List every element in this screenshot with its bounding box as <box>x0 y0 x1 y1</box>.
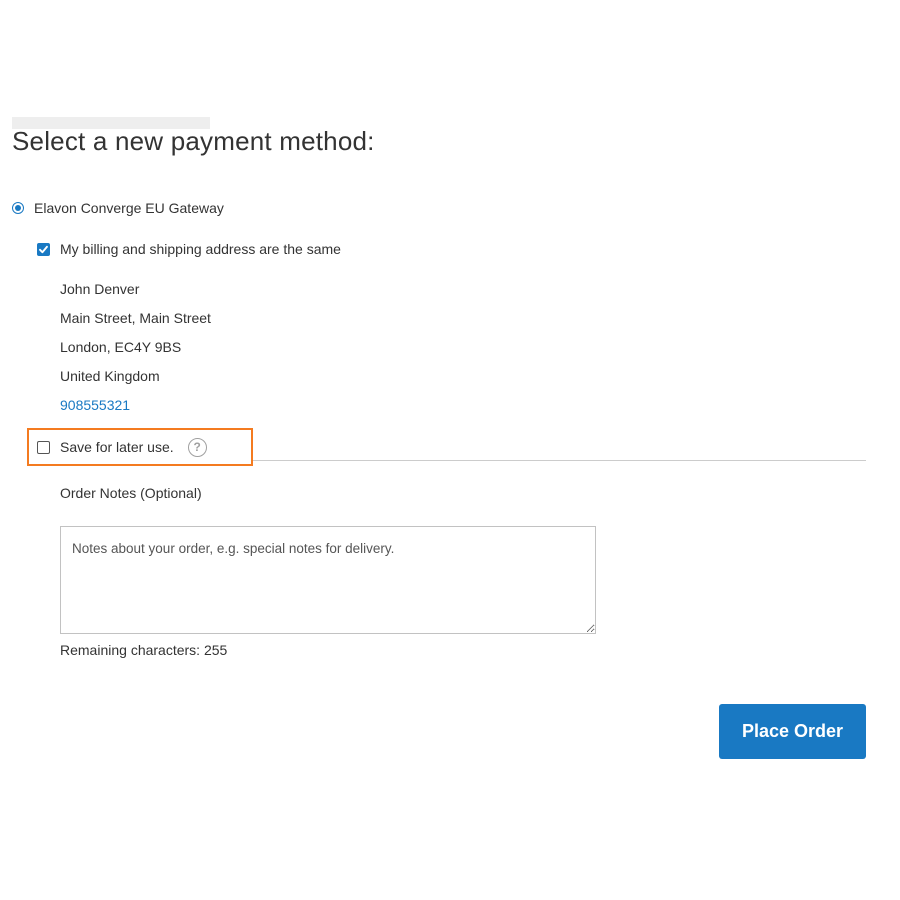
order-notes-label: Order Notes (Optional) <box>60 485 202 501</box>
payment-method-radio[interactable] <box>12 202 24 214</box>
address-phone-link[interactable]: 908555321 <box>60 391 211 420</box>
place-order-button[interactable]: Place Order <box>719 704 866 759</box>
payment-method-option[interactable]: Elavon Converge EU Gateway <box>12 198 224 218</box>
radio-selected-dot <box>15 205 21 211</box>
billing-same-label[interactable]: My billing and shipping address are the … <box>60 241 341 257</box>
address-country: United Kingdom <box>60 368 160 384</box>
billing-address: John Denver Main Street, Main Street Lon… <box>60 275 211 420</box>
billing-same-checkbox[interactable] <box>37 242 50 256</box>
address-city: London, EC4Y 9BS <box>60 339 182 355</box>
checkmark-icon <box>39 245 48 253</box>
remaining-characters: Remaining characters: 255 <box>60 642 228 658</box>
address-name: John Denver <box>60 281 140 297</box>
billing-same-option[interactable]: My billing and shipping address are the … <box>37 239 341 259</box>
save-for-later-label[interactable]: Save for later use. <box>60 439 174 455</box>
page-title: Select a new payment method: <box>12 126 375 156</box>
address-street: Main Street, Main Street <box>60 310 211 326</box>
order-notes-textarea[interactable] <box>60 526 596 634</box>
payment-method-label[interactable]: Elavon Converge EU Gateway <box>34 200 224 216</box>
save-for-later-checkbox[interactable] <box>37 440 50 454</box>
divider <box>253 460 866 461</box>
save-for-later-option[interactable]: Save for later use. ? <box>37 437 207 457</box>
help-icon[interactable]: ? <box>187 437 207 457</box>
